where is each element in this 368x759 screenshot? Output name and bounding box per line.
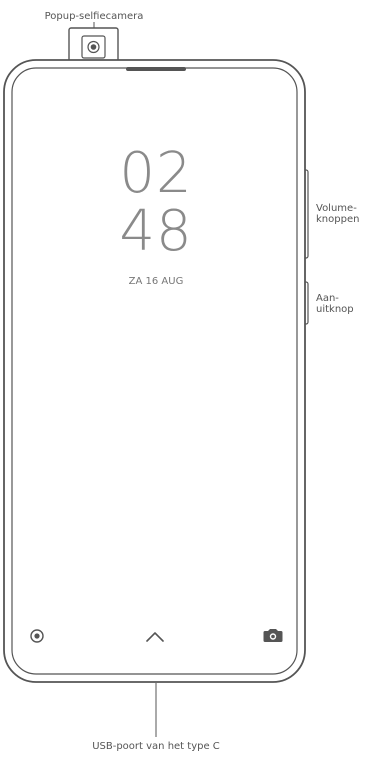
power-label-line2: uitknop xyxy=(316,304,354,315)
volume-label-line2: knoppen xyxy=(316,214,360,225)
earpiece-speaker-icon xyxy=(126,67,186,71)
power-label-line1: Aan- xyxy=(316,293,339,304)
volume-label-line1: Volume- xyxy=(316,203,357,214)
phone-diagram xyxy=(3,22,309,737)
volume-buttons-label: Volume- knoppen xyxy=(316,203,359,225)
lockscreen-date: ZA 16 AUG xyxy=(128,276,184,287)
usb-port-label: USB-poort van het type C xyxy=(92,741,220,752)
power-button-label: Aan- uitknop xyxy=(316,293,354,315)
clock-hour: 02 xyxy=(119,141,193,206)
clock-minute: 48 xyxy=(119,199,193,264)
popup-camera-label: Popup-selfiecamera xyxy=(44,11,144,22)
